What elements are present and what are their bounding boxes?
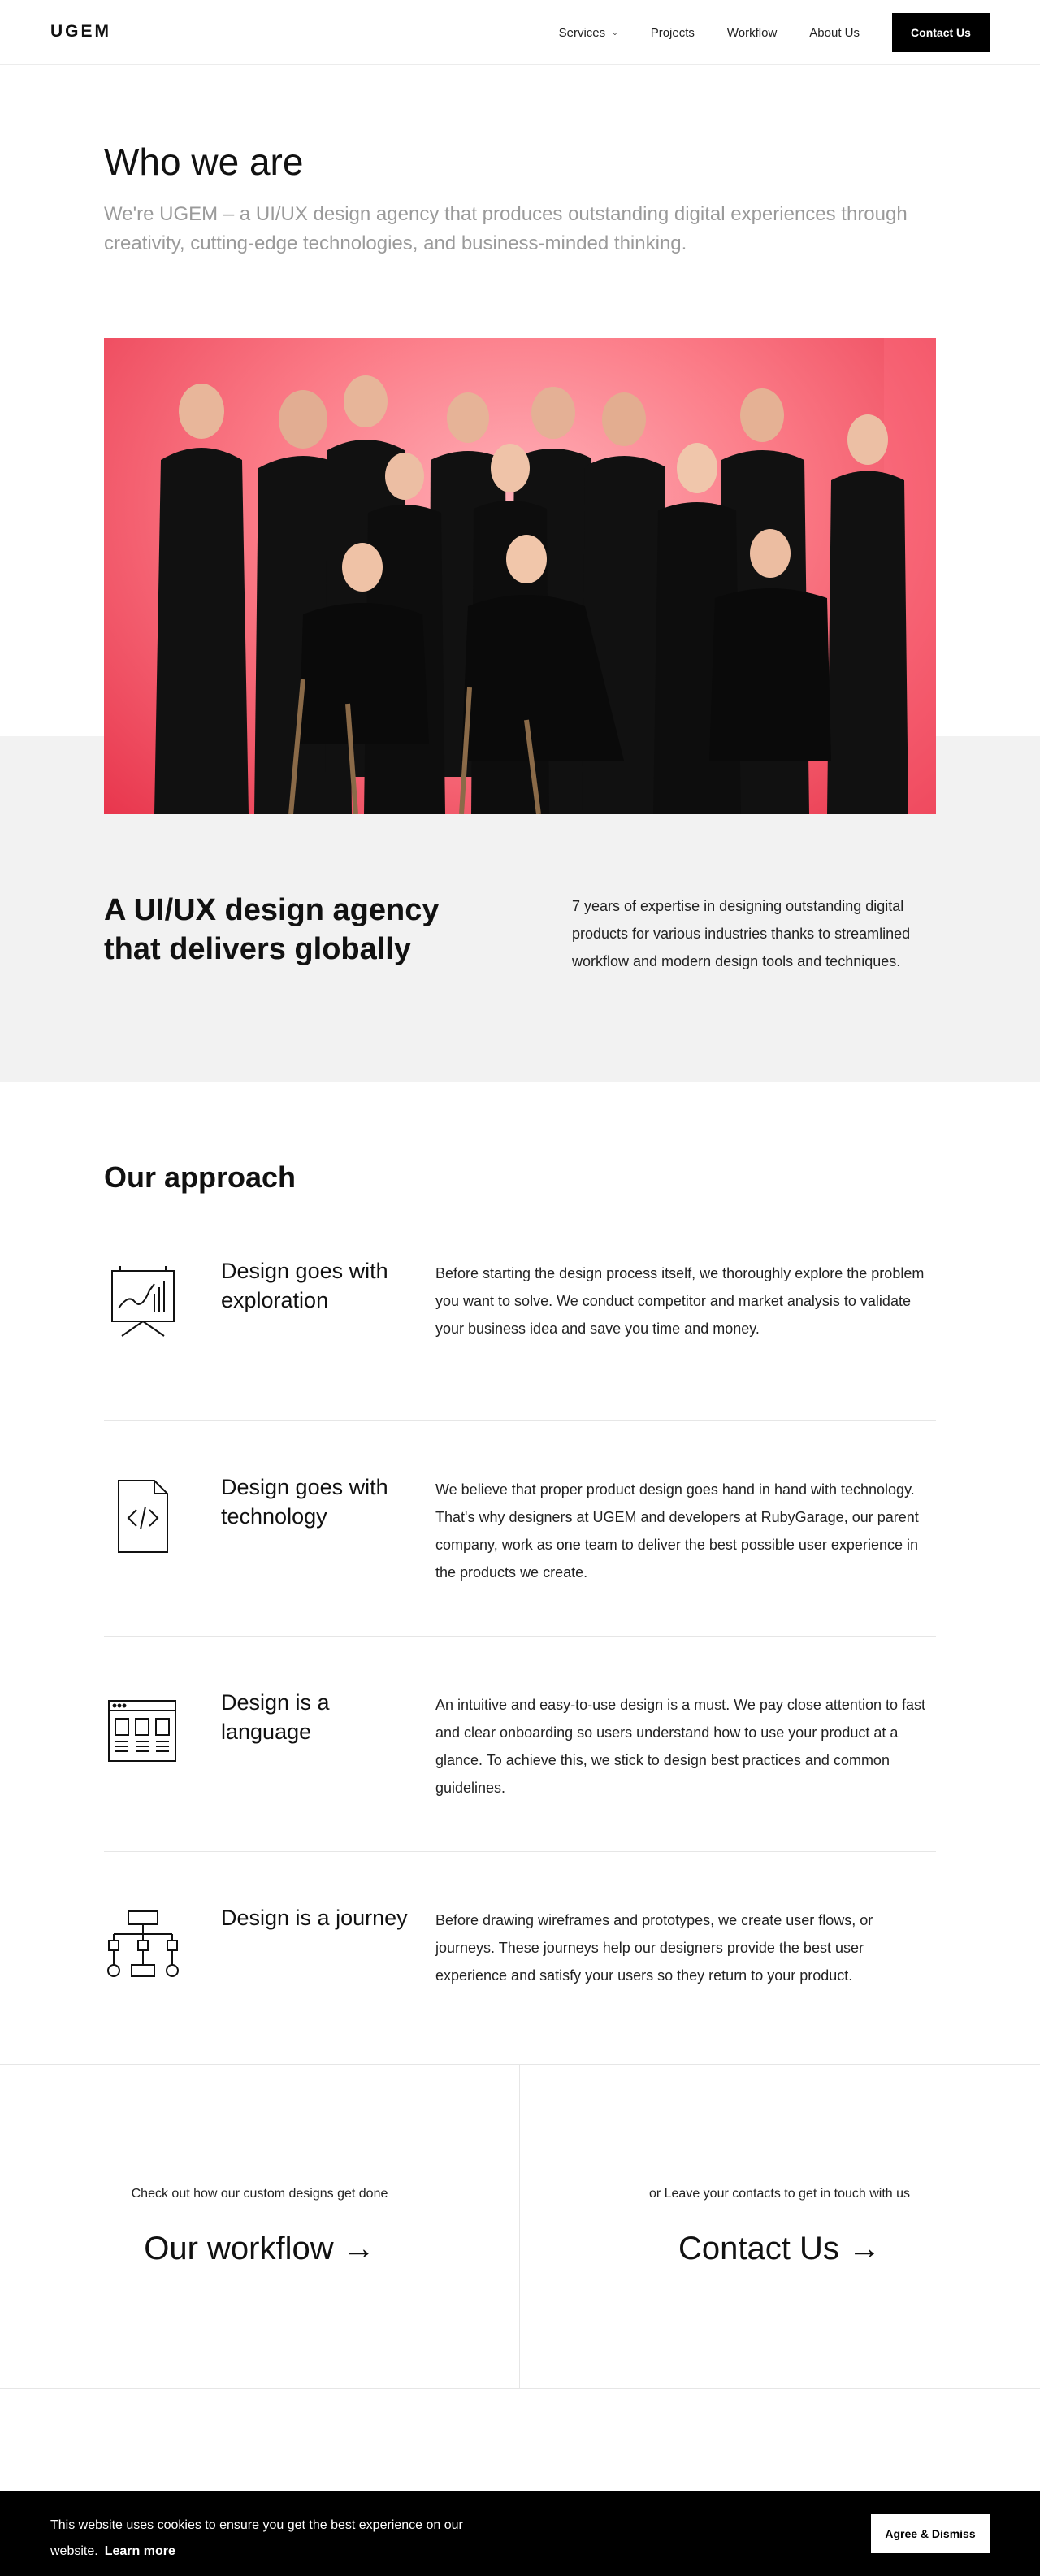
approach-item-text: Before drawing wireframes and prototypes… bbox=[436, 1912, 873, 1984]
approach-item-title: Design is a language bbox=[221, 1690, 330, 1744]
nav-label: Workflow bbox=[726, 25, 778, 40]
agency-title: A UI/UX design agency that delivers glob… bbox=[104, 893, 440, 966]
divider bbox=[104, 1636, 936, 1637]
site-header: UGEM Services ⌄ Projects Workflow About … bbox=[0, 0, 1040, 65]
main-nav: Services ⌄ Projects Workflow About Us Co… bbox=[526, 13, 990, 52]
nav-item-services[interactable]: Services ⌄ bbox=[559, 26, 618, 40]
flowchart-icon bbox=[104, 1908, 182, 1986]
cta-caption: or Leave your contacts to get in touch w… bbox=[648, 2187, 911, 2201]
nav-label: About Us bbox=[809, 25, 860, 40]
approach-item-title: Design goes with technology bbox=[221, 1475, 388, 1529]
nav-label: Projects bbox=[650, 25, 695, 40]
browser-layout-icon bbox=[104, 1693, 182, 1771]
divider bbox=[104, 1420, 936, 1421]
cookie-text: This website uses cookies to ensure you … bbox=[50, 2513, 505, 2565]
divider bbox=[104, 1851, 936, 1852]
arrow-right-icon: → bbox=[342, 2231, 375, 2266]
agency-text: 7 years of expertise in designing outsta… bbox=[572, 898, 911, 969]
cta-heading-label: Contact Us bbox=[678, 2231, 839, 2266]
contact-link[interactable]: or Leave your contacts to get in touch w… bbox=[520, 2065, 1039, 2388]
chevron-down-icon: ⌄ bbox=[612, 28, 618, 37]
cta-heading: Our workflow → bbox=[0, 2231, 519, 2267]
arrow-right-icon: → bbox=[847, 2231, 881, 2266]
nav-item-projects[interactable]: Projects bbox=[651, 26, 695, 40]
cta-heading: Contact Us → bbox=[520, 2231, 1039, 2267]
approach-item-text: An intuitive and easy-to-use design is a… bbox=[436, 1697, 925, 1796]
approach-title: Our approach bbox=[104, 1160, 297, 1194]
presentation-chart-icon bbox=[104, 1261, 182, 1339]
contact-us-button[interactable]: Contact Us bbox=[892, 13, 990, 52]
page-subtitle: We're UGEM – a UI/UX design agency that … bbox=[104, 203, 908, 254]
approach-item-text: We believe that proper product design go… bbox=[436, 1481, 919, 1581]
cta-caption: Check out how our custom designs get don… bbox=[131, 2187, 388, 2201]
nav-item-about[interactable]: About Us bbox=[809, 26, 860, 40]
nav-item-workflow[interactable]: Workflow bbox=[727, 26, 777, 40]
team-photo bbox=[104, 338, 936, 814]
code-file-icon bbox=[104, 1477, 182, 1555]
learn-more-link[interactable]: Learn more bbox=[105, 2544, 176, 2558]
agree-dismiss-button[interactable]: Agree & Dismiss bbox=[871, 2514, 990, 2553]
page-title: Who we are bbox=[104, 141, 304, 183]
workflow-link[interactable]: Check out how our custom designs get don… bbox=[0, 2065, 519, 2388]
cta-section: Check out how our custom designs get don… bbox=[0, 2064, 1040, 2389]
cta-heading-label: Our workflow bbox=[144, 2231, 334, 2266]
nav-label: Services bbox=[558, 25, 606, 40]
approach-item-text: Before starting the design process itsel… bbox=[436, 1265, 925, 1337]
cookie-banner: This website uses cookies to ensure you … bbox=[0, 2491, 1040, 2576]
logo[interactable]: UGEM bbox=[50, 22, 111, 41]
approach-item-title: Design is a journey bbox=[221, 1906, 408, 1930]
approach-item-title: Design goes with exploration bbox=[221, 1259, 388, 1312]
